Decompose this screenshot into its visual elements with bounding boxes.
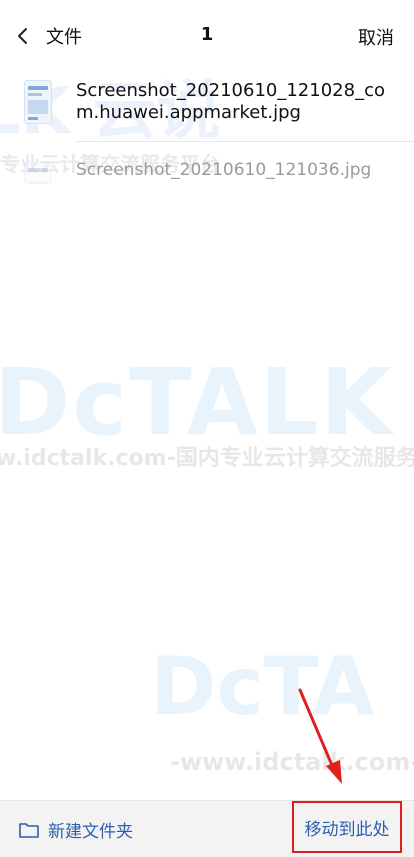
file-item[interactable]: Screenshot_20210610_121028_com.huawei.ap… [0,72,414,142]
file-list: Screenshot_20210610_121028_com.huawei.ap… [0,72,414,194]
watermark-logo-2: DcTA [150,640,375,733]
bottom-bar: 新建文件夹 移动到此处 [0,800,414,857]
image-thumbnail [24,80,52,124]
move-here-button[interactable]: 移动到此处 [292,801,402,853]
red-arrow-icon [298,688,342,784]
cancel-button[interactable]: 取消 [358,24,394,50]
file-item[interactable]: Screenshot_20210610_121036.jpg [0,142,414,194]
new-folder-button[interactable]: 新建文件夹 [18,817,133,842]
file-name: Screenshot_20210610_121036.jpg [76,160,372,180]
watermark-url-2: -www.idctalk.com-国 [170,748,414,776]
back-button[interactable]: 文件 [14,20,82,52]
folder-icon [19,822,39,838]
chevron-left-icon [18,28,27,44]
image-thumbnail [24,162,52,184]
watermark-logo: DcTALK 云说 [0,349,414,456]
top-bar: 文件 1 取消 [0,0,414,72]
new-folder-label: 新建文件夹 [48,822,133,842]
watermark-url: w.idctalk.com-国内专业云计算交流服务 [0,446,414,471]
file-name: Screenshot_20210610_121028_com.huawei.ap… [76,80,385,123]
back-label: 文件 [46,27,82,48]
